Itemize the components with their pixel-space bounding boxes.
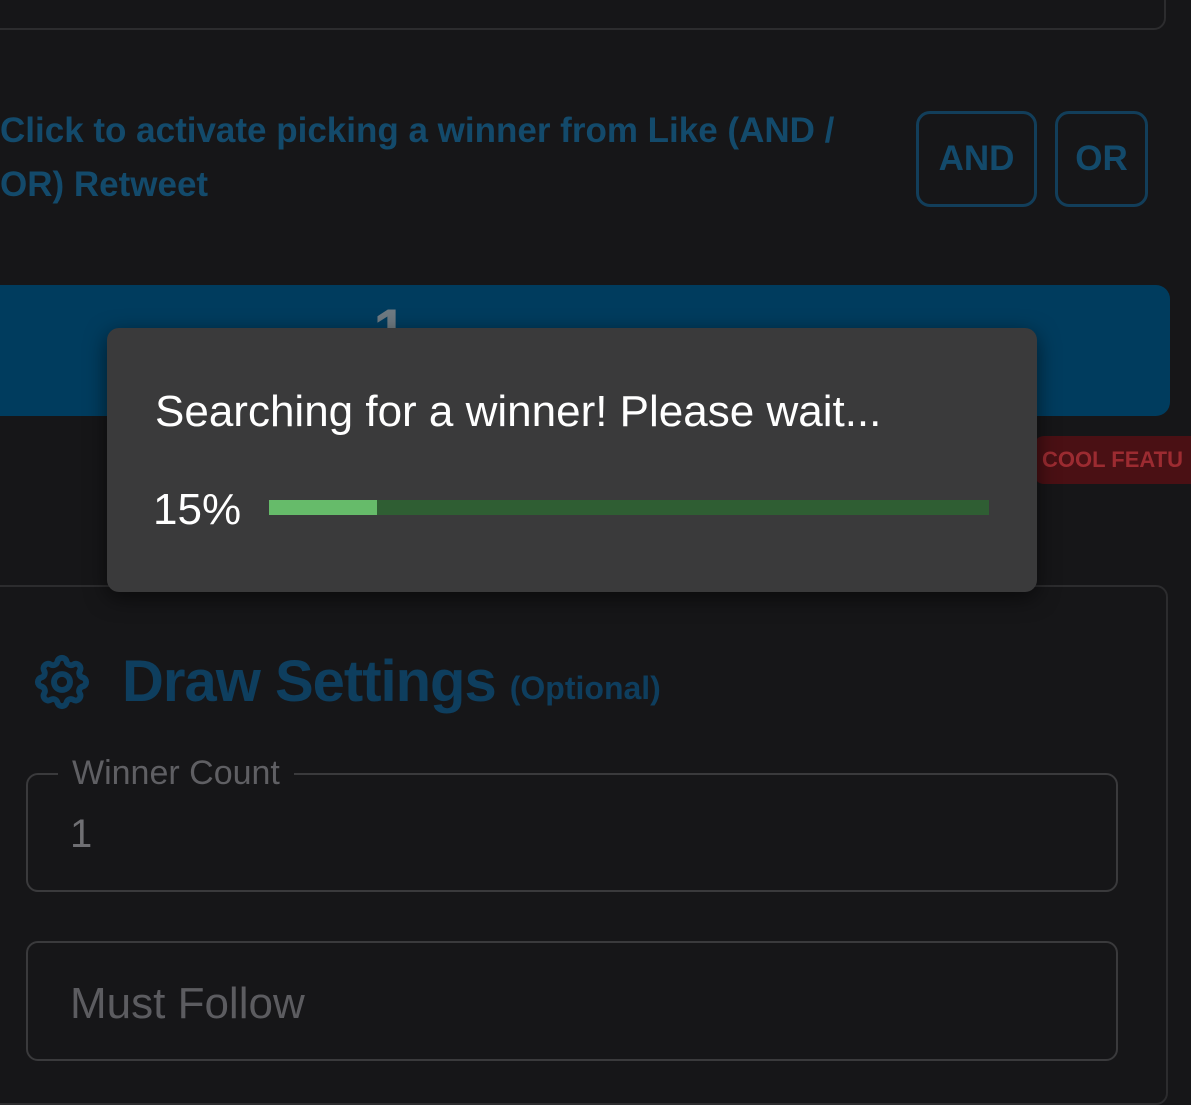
top-card: [0, 0, 1166, 30]
draw-settings-title: Draw Settings: [122, 649, 497, 714]
cool-feature-badge: COOL FEATU: [1034, 436, 1191, 484]
loading-dialog: Searching for a winner! Please wait... 1…: [107, 328, 1037, 592]
or-button[interactable]: OR: [1055, 111, 1148, 207]
winner-count-field[interactable]: Winner Count: [26, 751, 1118, 892]
progress-percent: 15%: [153, 485, 242, 534]
gear-icon: [34, 654, 90, 709]
loading-message: Searching for a winner! Please wait...: [155, 387, 882, 436]
winner-count-label: Winner Count: [58, 751, 294, 795]
winner-count-input[interactable]: [70, 811, 1070, 857]
and-button[interactable]: AND: [916, 111, 1037, 207]
progress-bar-track: [269, 500, 989, 515]
progress-bar-fill: [269, 500, 377, 515]
draw-settings-heading: Draw Settings (Optional): [30, 648, 661, 715]
must-follow-field[interactable]: Must Follow: [26, 941, 1118, 1061]
optional-label: (Optional): [509, 670, 661, 706]
activate-like-retweet-link[interactable]: Click to activate picking a winner from …: [0, 104, 890, 212]
must-follow-placeholder: Must Follow: [70, 979, 305, 1028]
